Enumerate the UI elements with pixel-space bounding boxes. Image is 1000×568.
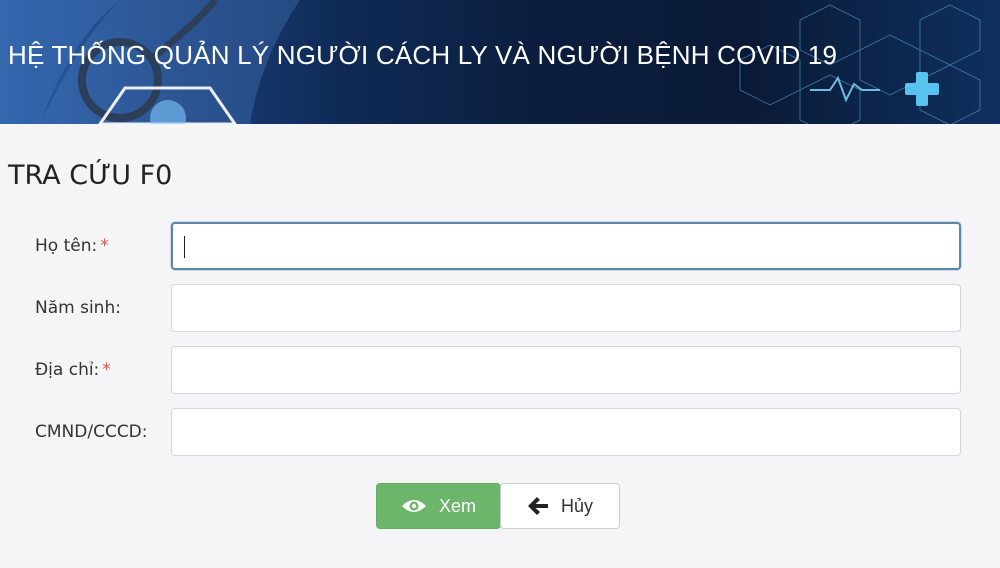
address-input[interactable] [171, 346, 961, 394]
cancel-button-label: Hủy [560, 495, 593, 516]
id-number-label: CMND/CCCD: [35, 422, 148, 442]
birth-year-label: Năm sinh: [35, 298, 121, 318]
full-name-label: Họ tên: * [35, 236, 109, 256]
required-marker: * [100, 236, 109, 256]
id-number-label-text: CMND/CCCD: [35, 422, 148, 442]
app-title: HỆ THỐNG QUẢN LÝ NGƯỜI CÁCH LY VÀ NGƯỜI … [8, 40, 838, 70]
header-banner: HỆ THỐNG QUẢN LÝ NGƯỜI CÁCH LY VÀ NGƯỜI … [0, 0, 1000, 124]
address-label: Địa chỉ: * [35, 360, 111, 380]
page-title: TRA CỨU F0 [8, 160, 173, 191]
form-row-birth-year: Năm sinh: [0, 284, 1000, 332]
view-button[interactable]: Xem [376, 483, 501, 529]
cancel-button[interactable]: Hủy [500, 483, 620, 529]
form-row-address: Địa chỉ: * [0, 346, 1000, 394]
view-button-label: Xem [438, 495, 476, 516]
required-marker: * [102, 360, 111, 380]
birth-year-label-text: Năm sinh: [35, 298, 121, 318]
form-row-id-number: CMND/CCCD: [0, 408, 1000, 456]
arrow-left-icon [527, 496, 549, 516]
text-caret [184, 236, 185, 258]
full-name-input[interactable] [171, 222, 961, 270]
birth-year-input[interactable] [171, 284, 961, 332]
id-number-input[interactable] [171, 408, 961, 456]
address-label-text: Địa chỉ: [35, 360, 100, 380]
eye-icon [401, 498, 427, 514]
full-name-label-text: Họ tên: [35, 236, 98, 256]
form-row-full-name: Họ tên: * [0, 222, 1000, 270]
